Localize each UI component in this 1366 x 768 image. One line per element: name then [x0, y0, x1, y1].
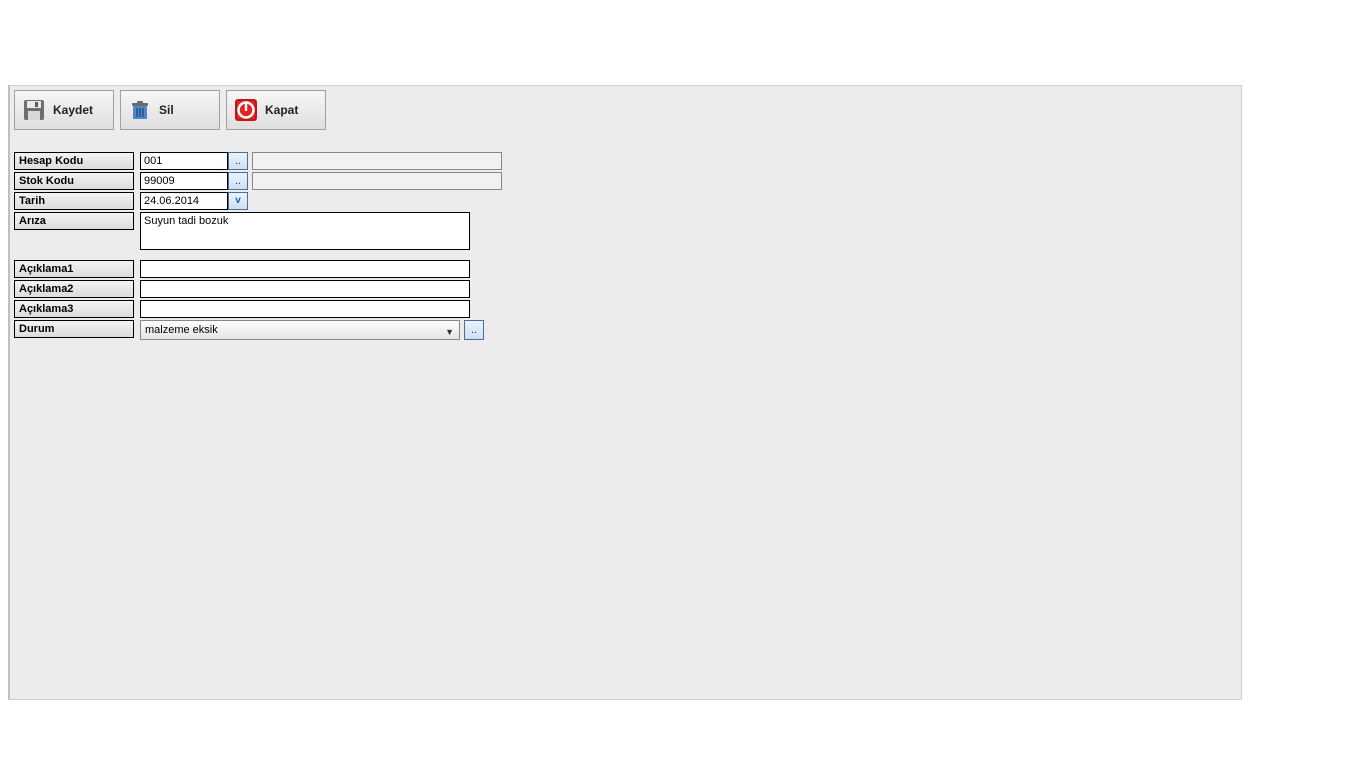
save-button[interactable]: Kaydet	[14, 90, 114, 130]
row-aciklama1: Açıklama1	[14, 260, 1237, 278]
label-hesap-kodu: Hesap Kodu	[14, 152, 134, 170]
hesap-kodu-description	[252, 152, 502, 170]
stok-kodu-lookup-button[interactable]: ..	[228, 172, 248, 190]
label-stok-kodu: Stok Kodu	[14, 172, 134, 190]
tarih-input[interactable]	[140, 192, 228, 210]
aciklama2-input[interactable]	[140, 280, 470, 298]
label-aciklama3: Açıklama3	[14, 300, 134, 318]
row-aciklama2: Açıklama2	[14, 280, 1237, 298]
toolbar: Kaydet Sil	[14, 90, 1237, 130]
ariza-textarea[interactable]	[140, 212, 470, 250]
durum-lookup-button[interactable]: ..	[464, 320, 484, 340]
save-button-label: Kaydet	[53, 103, 93, 117]
row-aciklama3: Açıklama3	[14, 300, 1237, 318]
delete-button-label: Sil	[159, 103, 174, 117]
close-icon	[233, 97, 259, 123]
stok-kodu-input[interactable]	[140, 172, 228, 190]
row-stok-kodu: Stok Kodu ..	[14, 172, 1237, 190]
hesap-kodu-lookup-button[interactable]: ..	[228, 152, 248, 170]
aciklama1-input[interactable]	[140, 260, 470, 278]
durum-combobox[interactable]: malzeme eksik	[140, 320, 460, 340]
label-durum: Durum	[14, 320, 134, 338]
close-button-label: Kapat	[265, 103, 298, 117]
hesap-kodu-input[interactable]	[140, 152, 228, 170]
stok-kodu-description	[252, 172, 502, 190]
label-aciklama2: Açıklama2	[14, 280, 134, 298]
row-hesap-kodu: Hesap Kodu ..	[14, 152, 1237, 170]
trash-icon	[127, 97, 153, 123]
form-panel: Kaydet Sil	[8, 85, 1242, 700]
tarih-dropdown-button[interactable]: v	[228, 192, 248, 210]
label-tarih: Tarih	[14, 192, 134, 210]
row-ariza: Arıza	[14, 212, 1237, 250]
aciklama3-input[interactable]	[140, 300, 470, 318]
form-area: Hesap Kodu .. Stok Kodu .. Tarih v Arıza	[14, 152, 1237, 340]
delete-button[interactable]: Sil	[120, 90, 220, 130]
save-icon	[21, 97, 47, 123]
row-durum: Durum malzeme eksik ..	[14, 320, 1237, 340]
label-aciklama1: Açıklama1	[14, 260, 134, 278]
row-tarih: Tarih v	[14, 192, 1237, 210]
label-ariza: Arıza	[14, 212, 134, 230]
close-button[interactable]: Kapat	[226, 90, 326, 130]
